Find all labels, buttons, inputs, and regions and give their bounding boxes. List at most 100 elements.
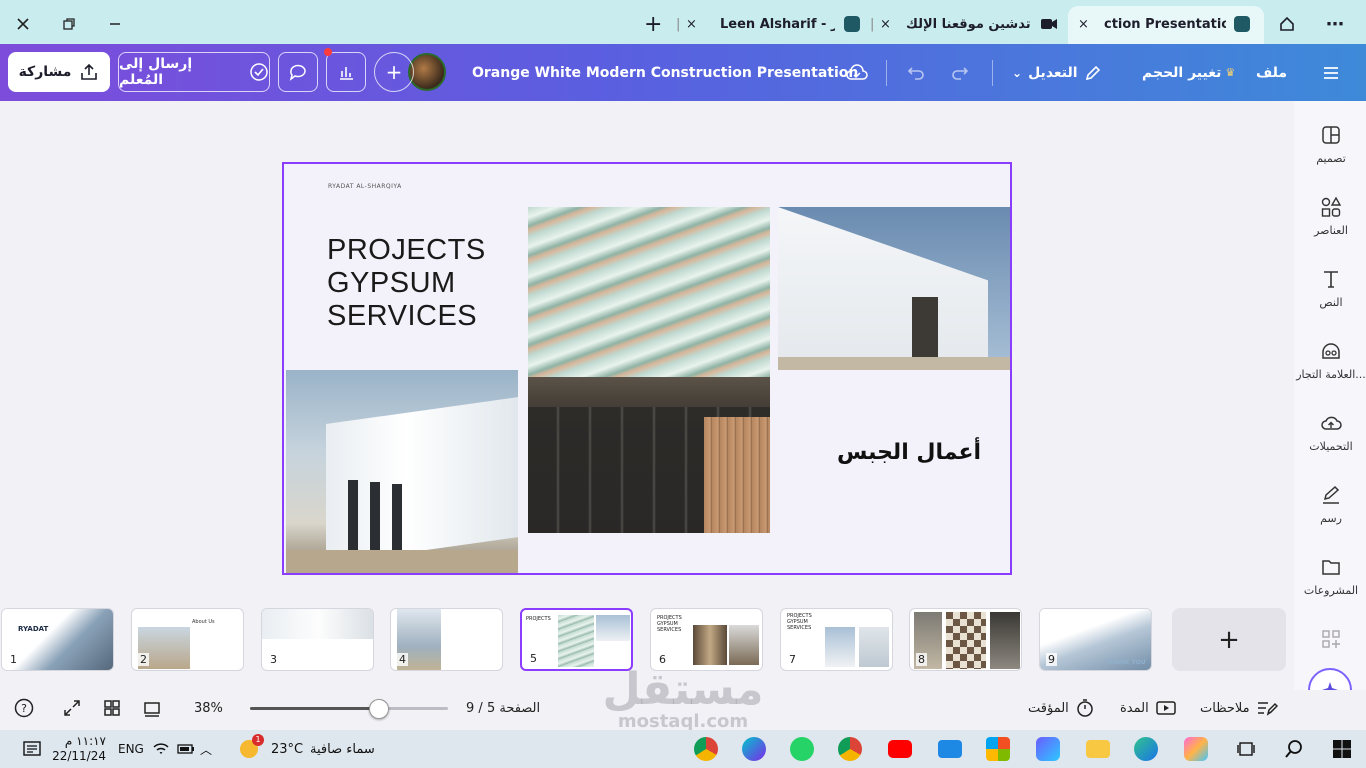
thumb-text: PROJECTS GYPSUM SERVICES [787, 613, 812, 631]
page-thumbnail-active[interactable]: PROJECTS 5 [520, 608, 633, 671]
chrome-icon[interactable] [694, 730, 718, 768]
rail-brand[interactable]: العلامة التجار... [1296, 340, 1366, 381]
thumb-text: RYADAT [18, 625, 49, 633]
page-view-button[interactable] [142, 690, 162, 726]
notifications-icon[interactable] [22, 730, 42, 768]
zoom-percentage[interactable]: 38% [194, 690, 223, 726]
file-menu[interactable]: ملف [1256, 44, 1287, 101]
rail-uploads[interactable]: التحميلات [1296, 412, 1366, 453]
minimize-window-icon[interactable] [104, 8, 126, 40]
page-thumbnail[interactable]: PROJECTS GYPSUM SERVICES 7 [780, 608, 893, 671]
tab-close-icon[interactable]: × [880, 8, 894, 40]
windows-start-icon[interactable] [1332, 730, 1352, 768]
language-indicator[interactable]: ENG [118, 730, 144, 768]
building-photo[interactable] [286, 370, 518, 573]
page-thumbnail[interactable]: THANK YOU 9 [1039, 608, 1152, 671]
zoom-slider-handle[interactable] [369, 699, 389, 719]
facade-photo[interactable] [778, 207, 1010, 370]
rail-label: العلامة التجار... [1296, 368, 1366, 381]
slide-title-line: GYPSUM [327, 267, 456, 299]
elements-icon [1321, 196, 1342, 217]
slide-arabic-caption[interactable]: أعمال الجبس [837, 440, 981, 465]
more-menu-icon[interactable]: ⋯ [1326, 8, 1348, 40]
task-view-icon[interactable] [1236, 730, 1256, 768]
grid-view-button[interactable] [102, 690, 122, 726]
whatsapp-icon[interactable] [790, 730, 814, 768]
copilot-app-icon[interactable] [1184, 730, 1208, 768]
thumb-number: 5 [528, 652, 539, 665]
comment-icon [289, 64, 306, 81]
tab-close-icon[interactable]: × [1078, 8, 1092, 40]
notes-button[interactable]: ملاحظات [1200, 690, 1278, 726]
thumb-text: About Us [192, 619, 215, 625]
wifi-icon[interactable] [152, 730, 170, 768]
youtube-icon[interactable] [888, 730, 912, 768]
timer-label: المؤقت [1028, 700, 1069, 716]
rail-draw[interactable]: رسم [1296, 484, 1366, 525]
rail-projects[interactable]: المشروعات [1296, 556, 1366, 597]
add-collaborator-button[interactable]: + [374, 52, 414, 92]
tab-leen-title[interactable]: Leen Alsharif - عر [720, 8, 835, 40]
edge-icon[interactable] [1134, 730, 1158, 768]
canva-favicon-icon [1234, 8, 1250, 40]
canva-app-icon[interactable] [742, 730, 766, 768]
notes-icon [1257, 702, 1278, 716]
clock[interactable]: ١١:١٧ م 22/11/24 [52, 730, 106, 768]
rail-apps[interactable] [1296, 628, 1366, 656]
tab-presentation-title[interactable]: ction Presentation [1104, 8, 1226, 40]
rail-text[interactable]: النص [1296, 268, 1366, 309]
avatar[interactable] [408, 52, 448, 92]
tray-expand-icon[interactable]: ︿ [200, 730, 212, 768]
resize-button[interactable]: تغيير الحجم ♛ [1142, 44, 1235, 101]
redo-icon[interactable] [950, 44, 972, 101]
duration-button[interactable]: المدة [1120, 690, 1177, 726]
page-thumbnail[interactable]: 3 [261, 608, 374, 671]
weather-temp[interactable]: 23°C [271, 730, 303, 768]
mail-icon[interactable] [938, 730, 962, 768]
new-tab-button[interactable]: + [644, 8, 664, 40]
play-screen-icon [1155, 701, 1176, 715]
hamburger-icon[interactable] [1320, 44, 1342, 101]
tab-close-icon[interactable]: × [686, 8, 700, 40]
chrome-profile-icon[interactable] [838, 730, 862, 768]
send-to-teacher-button[interactable]: إرسال إلى المُعلم [118, 52, 270, 92]
undo-icon[interactable] [904, 44, 926, 101]
rail-design[interactable]: تصميم [1296, 124, 1366, 165]
document-title[interactable]: Orange White Modern Construction Present… [472, 44, 858, 101]
page-indicator[interactable]: الصفحة 5 / 9 [466, 690, 540, 726]
add-page-button[interactable]: + [1172, 608, 1286, 671]
page-thumbnail[interactable]: RYADAT 1 [1, 608, 114, 671]
weather-text[interactable]: سماء صافية [310, 730, 375, 768]
page-thumbnail[interactable]: 4 [390, 608, 503, 671]
editor-header: ملف تغيير الحجم ♛ ⌄ التعديل Orange White… [0, 44, 1366, 101]
comment-button[interactable] [278, 52, 318, 92]
rail-elements[interactable]: العناصر [1296, 196, 1366, 237]
slide-title[interactable]: PROJECTS GYPSUM SERVICES [327, 234, 486, 333]
share-button[interactable]: مشاركة [8, 52, 110, 92]
close-window-icon[interactable] [12, 8, 34, 40]
fullscreen-button[interactable] [62, 690, 82, 726]
copilot-icon[interactable] [1036, 730, 1060, 768]
search-icon[interactable] [1284, 730, 1304, 768]
rail-label: العناصر [1314, 224, 1348, 237]
notes-label: ملاحظات [1200, 700, 1250, 716]
help-button[interactable]: ? [14, 690, 34, 726]
ceiling-photo[interactable] [528, 207, 770, 533]
timer-button[interactable]: المؤقت [1028, 690, 1095, 726]
page-thumbnail[interactable]: 8 [909, 608, 1022, 671]
edit-mode-button[interactable]: ⌄ التعديل [1012, 44, 1102, 101]
file-explorer-icon[interactable] [1086, 730, 1110, 768]
tab-launch-title[interactable]: تم تدشين موقعنا الإلك [906, 8, 1031, 40]
page-thumbnail[interactable]: About Us 2 [131, 608, 244, 671]
battery-icon[interactable] [176, 730, 196, 768]
stopwatch-icon [1077, 699, 1093, 717]
thumb-number: 8 [916, 653, 927, 666]
zoom-slider[interactable] [250, 699, 448, 719]
windows-taskbar: ١١:١٧ م 22/11/24 ENG ︿ 1 23°C سماء صافية [0, 730, 1366, 768]
analytics-button[interactable] [326, 52, 366, 92]
home-icon[interactable] [1276, 8, 1298, 40]
slide-canvas[interactable]: RYADAT AL-SHARQIYA PROJECTS GYPSUM SERVI… [282, 162, 1012, 575]
restore-window-icon[interactable] [58, 8, 80, 40]
page-thumbnail[interactable]: PROJECTS GYPSUM SERVICES 6 [650, 608, 763, 671]
store-icon[interactable] [986, 730, 1010, 768]
